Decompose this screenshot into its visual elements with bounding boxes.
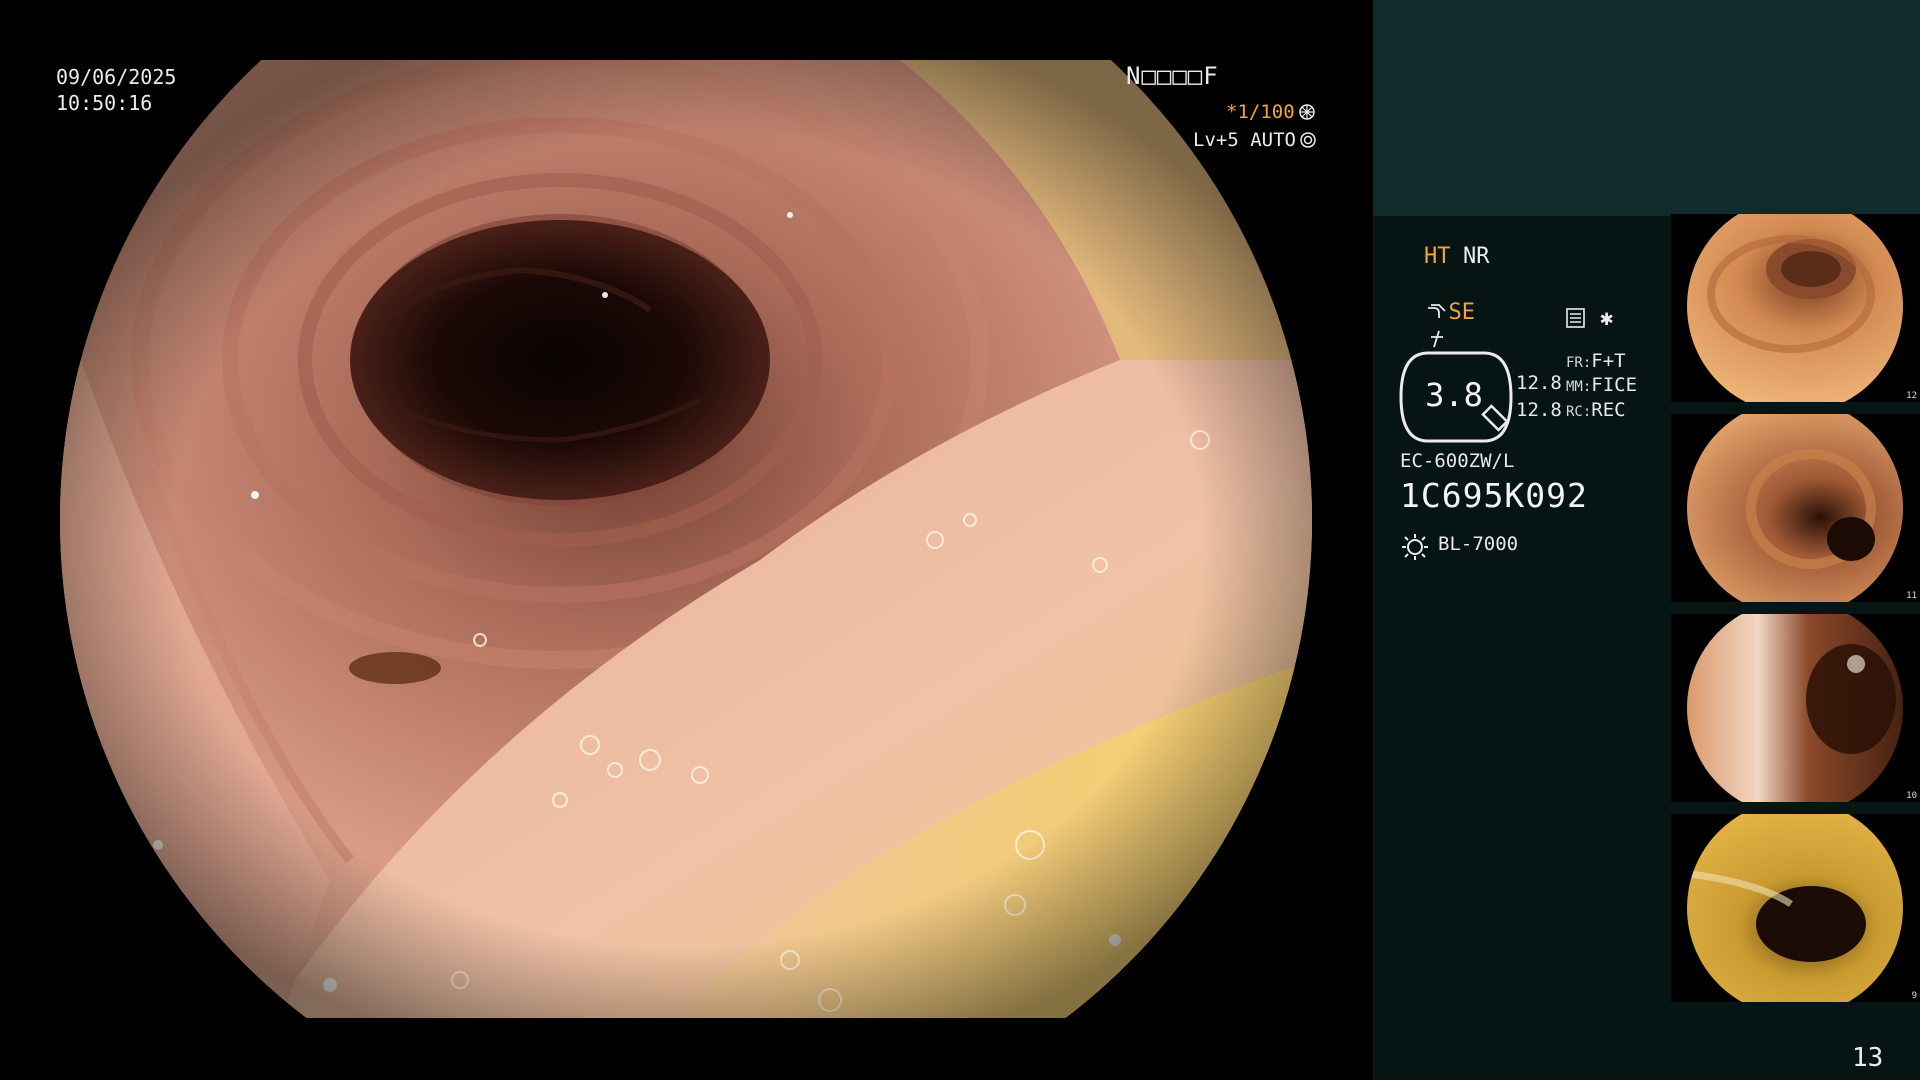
- thumbnail-index: 12: [1906, 391, 1917, 401]
- fr-setting: FR:F+T: [1566, 350, 1626, 372]
- zoom-value: 3.8: [1425, 376, 1483, 414]
- thumbnail-image: [1687, 214, 1903, 402]
- thumbnail-index: 9: [1911, 991, 1917, 1001]
- freeze-indicator: [1400, 304, 1447, 355]
- level-text: Lv+5 AUTO: [1193, 129, 1296, 151]
- value-1: 12.8: [1516, 372, 1562, 394]
- mm-setting: MM:FICE: [1566, 374, 1637, 396]
- thumbnail[interactable]: 10: [1671, 614, 1920, 802]
- thumbnail-index: 10: [1906, 791, 1917, 801]
- freeze-icon: [1430, 330, 1443, 348]
- value-2: 12.8: [1516, 399, 1562, 421]
- scope-serial: 1C695K092: [1400, 476, 1588, 515]
- mm-value: FICE: [1591, 374, 1638, 396]
- thumbnail-index: 11: [1906, 591, 1917, 601]
- report-icon: [1565, 307, 1587, 333]
- ht-indicator: HT: [1424, 244, 1451, 269]
- light-source-icon: [1402, 534, 1428, 560]
- rc-setting: RC:REC: [1566, 399, 1626, 421]
- endoscope-view: 09/06/2025 10:50:16 N□□□□F *1/100 Lv+5 A…: [0, 0, 1373, 1080]
- endoscope-image: [0, 0, 1373, 1080]
- se-text: SE: [1448, 300, 1476, 325]
- mm-label: MM:: [1566, 379, 1592, 395]
- date-text: 09/06/2025: [56, 65, 177, 89]
- page-number: 13: [1852, 1043, 1884, 1073]
- fr-label: FR:: [1566, 355, 1592, 371]
- time-text: 10:50:16: [56, 91, 153, 115]
- thumbnail[interactable]: 11: [1671, 414, 1920, 602]
- fr-value: F+T: [1591, 350, 1626, 372]
- rc-value: REC: [1591, 399, 1626, 421]
- rc-label: RC:: [1566, 404, 1592, 420]
- thumbnail-image: [1687, 414, 1903, 602]
- auto-iris-icon: [1300, 132, 1316, 148]
- thumbnail[interactable]: 9: [1671, 814, 1920, 1002]
- light-source: BL-7000: [1438, 533, 1519, 555]
- scope-model: EC-600ZW/L: [1400, 450, 1515, 472]
- date-time-display: 09/06/2025 10:50:16: [56, 64, 176, 116]
- info-panel-header: [1373, 0, 1920, 216]
- star-icon: ✱: [1600, 306, 1614, 331]
- nr-indicator: NR: [1463, 244, 1490, 269]
- patient-id: N□□□□F: [1126, 62, 1219, 90]
- shutter-text: *1/100: [1226, 101, 1295, 123]
- shutter-icon: [1298, 104, 1315, 120]
- thumbnail[interactable]: 12: [1671, 214, 1920, 402]
- brightness-level: Lv+5 AUTO: [1193, 127, 1316, 153]
- thumbnail-image: [1687, 814, 1903, 1002]
- thumbnail-image: [1687, 614, 1903, 802]
- shutter-speed: *1/100: [1226, 99, 1315, 125]
